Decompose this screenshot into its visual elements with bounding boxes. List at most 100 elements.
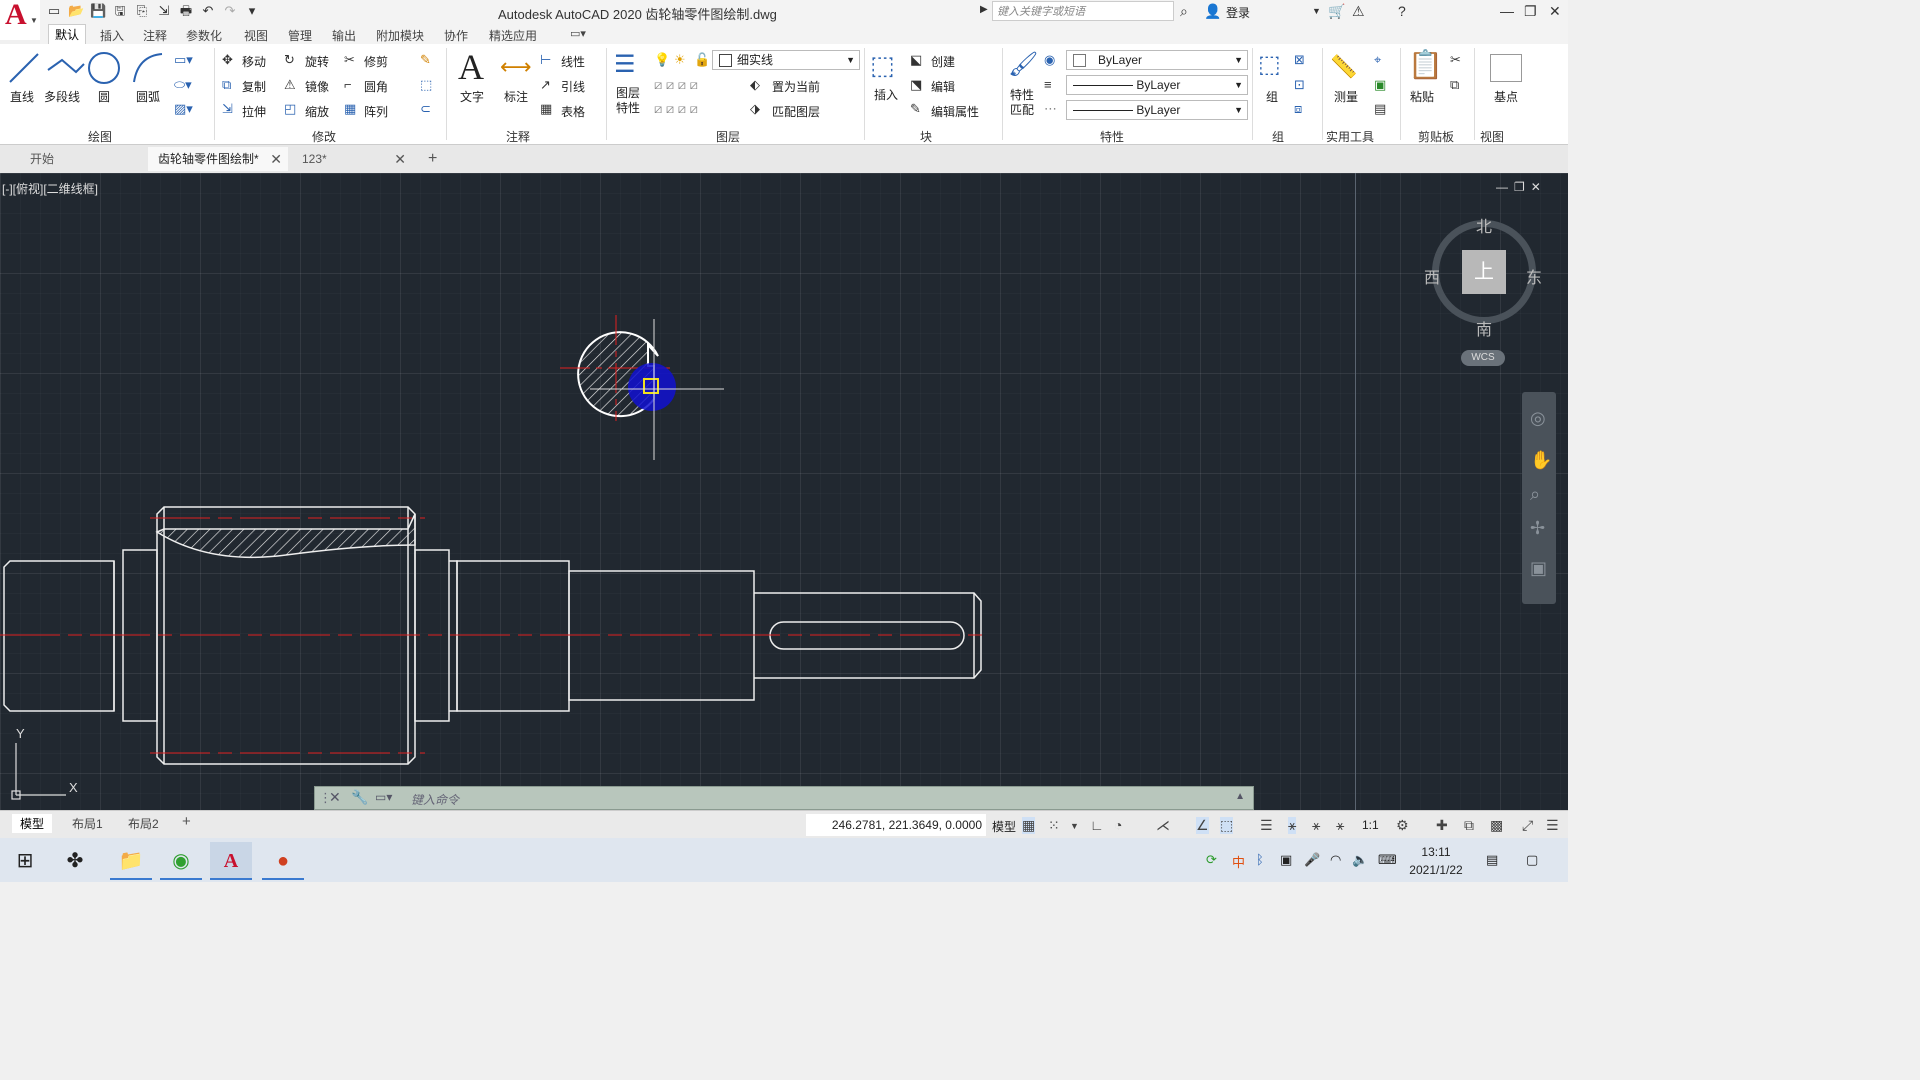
tab-manage[interactable]: 管理 — [288, 27, 312, 44]
chevron-up-icon[interactable]: ▲ — [1235, 791, 1245, 802]
file-tab-gear-shaft[interactable]: 齿轮轴零件图绘制* ✕ — [148, 147, 288, 171]
ungroup-icon[interactable]: ⊠ — [1294, 52, 1305, 68]
grid-icon[interactable]: ▦ — [1022, 817, 1036, 834]
layer-tools-icons-2[interactable]: ⧄ ⧄ ⧄ ⧄ — [654, 101, 698, 117]
scale-button[interactable]: 缩放 — [305, 103, 329, 120]
erase-icon[interactable]: ✎ — [420, 52, 431, 68]
tray-app-icon[interactable]: ▣ — [1280, 852, 1292, 868]
linetype-dropdown[interactable]: ByLayer ▼ — [1066, 100, 1248, 120]
text-button[interactable]: 文字 — [460, 88, 484, 105]
layout-tab-layout1[interactable]: 布局1 — [64, 814, 111, 833]
match-properties-button[interactable]: 特性 匹配 — [1010, 88, 1034, 118]
app-icon[interactable]: ✤ — [54, 842, 96, 880]
offset-icon[interactable]: ⊂ — [420, 101, 431, 117]
restore-icon[interactable]: ❐ — [1524, 3, 1537, 20]
set-current-button[interactable]: 置为当前 — [772, 78, 820, 95]
annotation-scale-icon[interactable]: ⚹ — [1336, 817, 1344, 834]
bluetooth-icon[interactable]: ᛒ — [1256, 852, 1264, 867]
group-select-icon[interactable]: ⧈ — [1294, 101, 1302, 117]
layer-properties-button[interactable]: 图层 特性 — [616, 86, 640, 116]
gear-icon[interactable]: ⚙ — [1396, 817, 1409, 834]
tab-annotate[interactable]: 注释 — [143, 27, 167, 44]
minimize-icon[interactable]: — — [1500, 3, 1514, 19]
calculator-icon[interactable]: ▣ — [1374, 77, 1386, 93]
copy-clip-icon[interactable]: ⧉ — [1450, 77, 1459, 93]
layer-tools-icons[interactable]: ⧄ ⧄ ⧄ ⧄ — [654, 77, 698, 93]
search-input[interactable]: 键入关键字或短语 — [992, 1, 1174, 21]
steering-wheel-icon[interactable]: ◎ — [1530, 408, 1546, 429]
table-button[interactable]: 表格 — [561, 103, 585, 120]
tab-insert[interactable]: 插入 — [100, 27, 124, 44]
annotation-visibility-icon[interactable]: ⚹ — [1288, 817, 1297, 834]
tab-featured-apps[interactable]: 精选应用 — [489, 27, 537, 44]
group-edit-icon[interactable]: ⊡ — [1294, 77, 1305, 93]
panel-label-groups[interactable]: 组 — [1272, 128, 1284, 145]
wifi-icon[interactable]: ◠ — [1330, 852, 1341, 868]
panel-label-view[interactable]: 视图 — [1480, 128, 1504, 145]
circle-button[interactable]: 圆 — [98, 88, 110, 105]
dimension-button[interactable]: 标注 — [504, 88, 528, 105]
application-menu-button[interactable]: A ▼ — [0, 0, 40, 40]
panel-label-utilities[interactable]: 实用工具 — [1326, 128, 1374, 145]
plot-icon[interactable]: 🖶 — [178, 3, 194, 19]
base-view-button[interactable]: 基点 — [1494, 88, 1518, 105]
ribbon-display-toggle-icon[interactable]: ▭▾ — [570, 27, 586, 40]
recent-commands-icon[interactable]: ▭▾ — [375, 790, 392, 804]
navcube-west[interactable]: 西 — [1424, 264, 1440, 288]
hardware-acceleration-icon[interactable]: ▩ — [1490, 817, 1503, 834]
navcube-south[interactable]: 南 — [1476, 316, 1492, 340]
model-space-toggle[interactable]: 模型 — [992, 818, 1016, 835]
trim-button[interactable]: 修剪 — [364, 53, 388, 70]
tab-view[interactable]: 视图 — [244, 27, 268, 44]
redo-icon[interactable]: ↷ — [222, 3, 238, 19]
color-dropdown[interactable]: ByLayer ▼ — [1066, 50, 1248, 70]
fillet-button[interactable]: 圆角 — [364, 78, 388, 95]
panel-label-clipboard[interactable]: 剪贴板 — [1418, 128, 1454, 145]
rotate-button[interactable]: 旋转 — [305, 53, 329, 70]
sync-icon[interactable]: ⟳ — [1206, 852, 1217, 868]
volume-icon[interactable]: 🔈 — [1352, 852, 1368, 868]
windows-start-icon[interactable]: ⊞ — [4, 842, 46, 880]
panel-label-layers[interactable]: 图层 — [716, 128, 740, 145]
paste-button[interactable]: 粘贴 — [1410, 88, 1434, 105]
customize-icon[interactable]: ▾ — [244, 3, 260, 19]
explode-icon[interactable]: ⬚ — [420, 77, 432, 93]
clock-date[interactable]: 2021/1/22 — [1404, 863, 1468, 877]
shaft-section-view[interactable] — [560, 315, 724, 460]
lineweight-dropdown[interactable]: ByLayer ▼ — [1066, 75, 1248, 95]
chevron-down-icon[interactable]: ▼ — [1312, 6, 1321, 16]
create-block-button[interactable]: 创建 — [931, 53, 955, 70]
insert-button[interactable]: 插入 — [874, 86, 898, 103]
export-icon[interactable]: ⎘ — [134, 3, 150, 19]
leader-button[interactable]: 引线 — [561, 78, 585, 95]
pan-hand-icon[interactable]: ✋ — [1530, 450, 1552, 471]
close-icon[interactable]: ✕ — [329, 789, 341, 806]
microphone-icon[interactable]: 🎤 — [1304, 852, 1320, 868]
file-tab-start[interactable]: 开始 — [20, 147, 144, 171]
help-icon[interactable]: ? — [1398, 3, 1406, 19]
layout-tab-layout2[interactable]: 布局2 — [120, 814, 167, 833]
edit-attribute-button[interactable]: 编辑属性 — [931, 103, 979, 120]
command-line[interactable]: ⋮ ✕ 🔧 ▭▾ 键入命令 ▲ — [314, 786, 1254, 810]
fullscreen-icon[interactable]: ⤢ — [1522, 817, 1533, 834]
quick-select-icon[interactable]: ⌖ — [1374, 52, 1381, 68]
navcube-top-face[interactable]: 上 — [1462, 250, 1506, 294]
tab-parametric[interactable]: 参数化 — [186, 27, 222, 44]
save-icon[interactable]: 💾 — [90, 3, 106, 19]
array-button[interactable]: 阵列 — [364, 103, 388, 120]
new-tab-icon[interactable]: + — [428, 150, 437, 168]
tab-output[interactable]: 输出 — [332, 27, 356, 44]
cad-drawing[interactable] — [0, 173, 1568, 810]
mirror-button[interactable]: 镜像 — [305, 78, 329, 95]
annotation-scale-value[interactable]: 1:1 — [1362, 818, 1379, 832]
open-icon[interactable]: 📂 — [68, 3, 84, 19]
polar-icon[interactable]: ◔ — [1114, 817, 1122, 833]
chevron-down-icon[interactable]: ▼ — [1070, 821, 1079, 831]
coordinate-readout[interactable]: 246.2781, 221.3649, 0.0000 — [806, 814, 986, 836]
action-center-icon[interactable]: ▢ — [1526, 852, 1538, 868]
auto-scale-icon[interactable]: ⚹ — [1312, 817, 1320, 834]
panel-label-modify[interactable]: 修改 — [312, 128, 336, 145]
clock-time[interactable]: 13:11 — [1404, 845, 1468, 859]
powerpoint-icon[interactable]: ● — [262, 842, 304, 880]
add-layout-icon[interactable]: + — [182, 813, 191, 830]
